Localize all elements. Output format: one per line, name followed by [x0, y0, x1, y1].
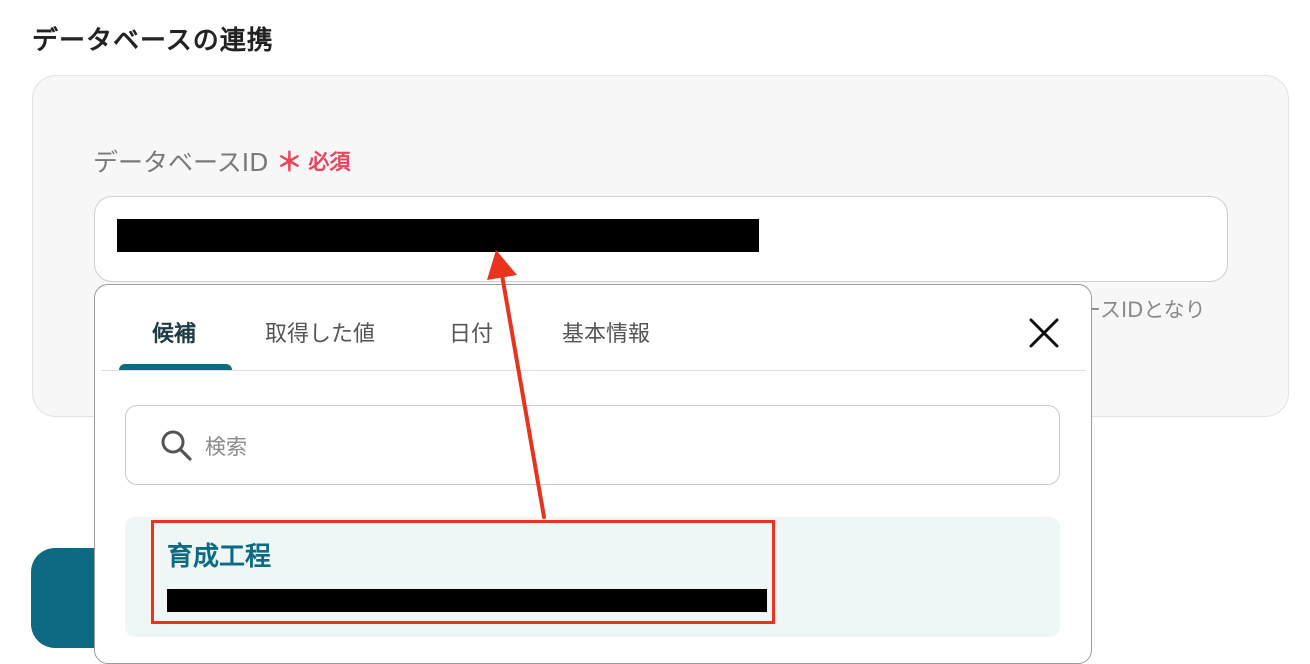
helper-text: ースIDとなり: [1080, 298, 1206, 322]
required-text: 必須: [308, 149, 351, 174]
annotation-highlight-box: [151, 520, 775, 624]
tab-divider: [101, 370, 1085, 371]
tab-basic-info[interactable]: 基本情報: [562, 316, 650, 348]
field-label: データベースID ＊ 必須: [93, 142, 350, 179]
required-mark: ＊: [276, 148, 303, 178]
redacted-id-value: [117, 219, 759, 252]
tab-candidates[interactable]: 候補: [152, 316, 196, 348]
search-input[interactable]: [203, 428, 1007, 466]
tab-retrieved-values[interactable]: 取得した値: [265, 316, 375, 348]
close-icon[interactable]: [1026, 315, 1062, 351]
section-title: データベースの連携: [32, 26, 274, 56]
search-icon: [161, 430, 192, 461]
field-label-text: データベースID: [93, 147, 269, 177]
tab-date[interactable]: 日付: [449, 316, 493, 348]
